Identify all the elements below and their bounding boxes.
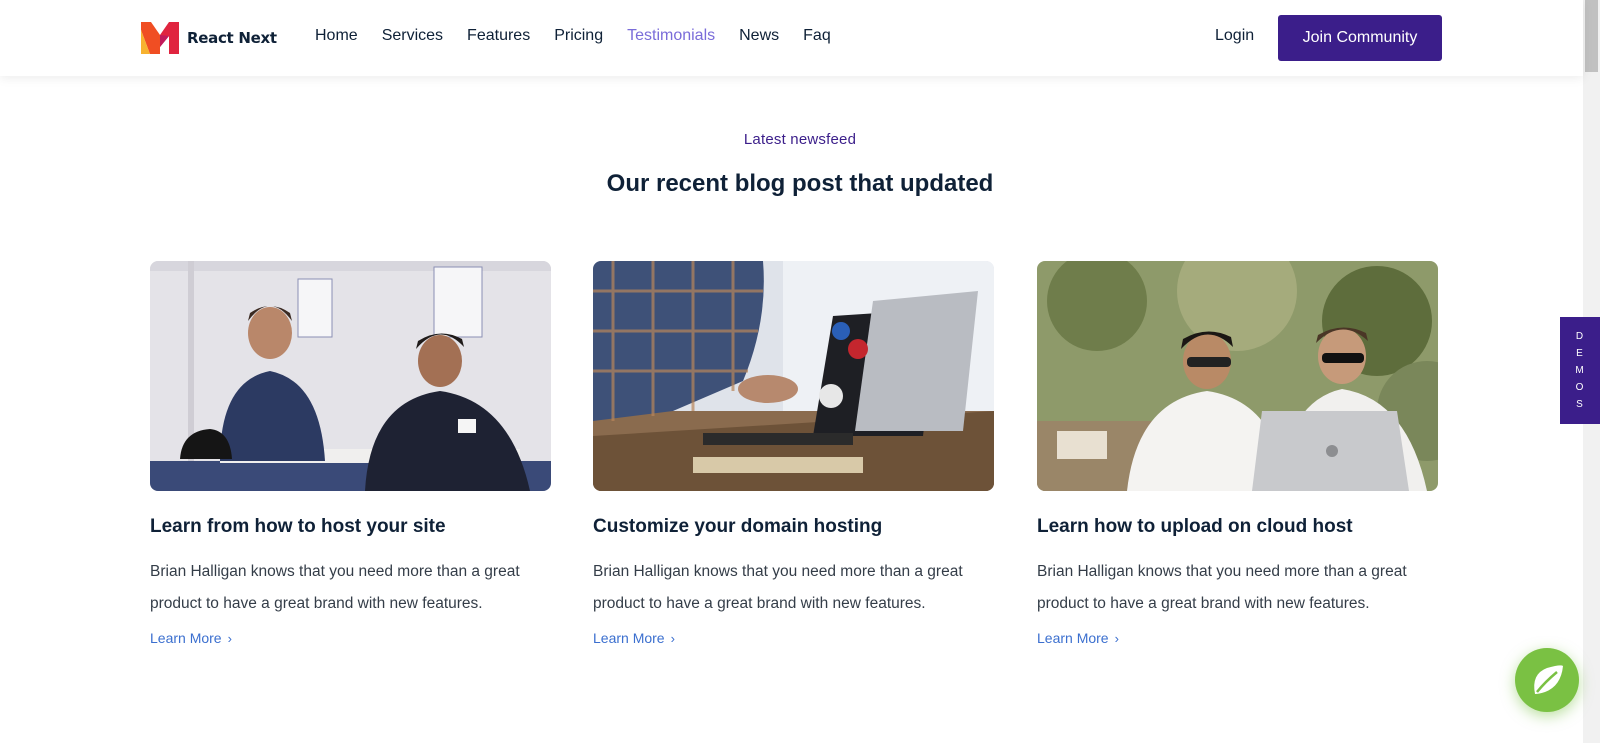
demos-letter: E xyxy=(1576,348,1584,359)
demos-letter: M xyxy=(1575,365,1585,376)
blog-card-image[interactable] xyxy=(1037,261,1438,491)
blog-card-excerpt: Brian Halligan knows that you need more … xyxy=(150,563,520,612)
demos-letter: S xyxy=(1576,399,1584,410)
scrollbar-thumb[interactable] xyxy=(1585,0,1598,72)
two-men-at-table-photo xyxy=(150,261,551,491)
chevron-right-icon: › xyxy=(227,630,232,646)
learn-more-label: Learn More xyxy=(593,630,665,646)
learn-more-link[interactable]: Learn More › xyxy=(593,630,675,646)
blog-card-excerpt: Brian Halligan knows that you need more … xyxy=(1037,563,1407,612)
nav-item-features[interactable]: Features xyxy=(467,27,530,45)
blog-card-image[interactable] xyxy=(593,261,994,491)
nav-item-faq[interactable]: Faq xyxy=(803,27,831,45)
logo[interactable]: React Next xyxy=(141,22,277,54)
logo-text: React Next xyxy=(187,29,277,47)
main-nav: Home Services Features Pricing Testimoni… xyxy=(315,27,855,45)
logo-icon xyxy=(141,22,179,54)
nav-item-testimonials[interactable]: Testimonials xyxy=(627,27,715,45)
blog-card-title[interactable]: Learn from how to host your site xyxy=(150,516,551,538)
chat-button[interactable] xyxy=(1515,648,1579,712)
demos-tab[interactable]: D E M O S xyxy=(1560,317,1600,424)
login-link[interactable]: Login xyxy=(1215,27,1254,45)
nav-item-services[interactable]: Services xyxy=(382,27,443,45)
section-eyebrow: Latest newsfeed xyxy=(743,131,857,148)
two-men-with-laptop-photo xyxy=(1037,261,1438,491)
blog-card-excerpt: Brian Halligan knows that you need more … xyxy=(593,563,963,612)
blog-card: Learn from how to host your site Brian H… xyxy=(150,261,551,647)
learn-more-link[interactable]: Learn More › xyxy=(1037,630,1119,646)
chevron-right-icon: › xyxy=(1114,630,1119,646)
section-title: Our recent blog post that updated xyxy=(606,170,994,197)
demos-letter: D xyxy=(1575,331,1585,342)
learn-more-label: Learn More xyxy=(150,630,222,646)
site-header: React Next Home Services Features Pricin… xyxy=(0,0,1583,76)
nav-item-news[interactable]: News xyxy=(739,27,779,45)
chat-leaf-icon xyxy=(1534,665,1563,694)
nav-item-home[interactable]: Home xyxy=(315,27,358,45)
join-community-button[interactable]: Join Community xyxy=(1278,15,1442,61)
blog-card-title[interactable]: Customize your domain hosting xyxy=(593,516,994,538)
blog-card: Learn how to upload on cloud host Brian … xyxy=(1037,261,1438,647)
learn-more-link[interactable]: Learn More › xyxy=(150,630,232,646)
demos-letter: O xyxy=(1575,382,1585,393)
blog-card-image[interactable] xyxy=(150,261,551,491)
chevron-right-icon: › xyxy=(670,630,675,646)
learn-more-label: Learn More xyxy=(1037,630,1109,646)
blog-card: Customize your domain hosting Brian Hall… xyxy=(593,261,994,647)
nav-item-pricing[interactable]: Pricing xyxy=(554,27,603,45)
blog-card-title[interactable]: Learn how to upload on cloud host xyxy=(1037,516,1438,538)
laptops-on-desk-photo xyxy=(593,261,994,491)
